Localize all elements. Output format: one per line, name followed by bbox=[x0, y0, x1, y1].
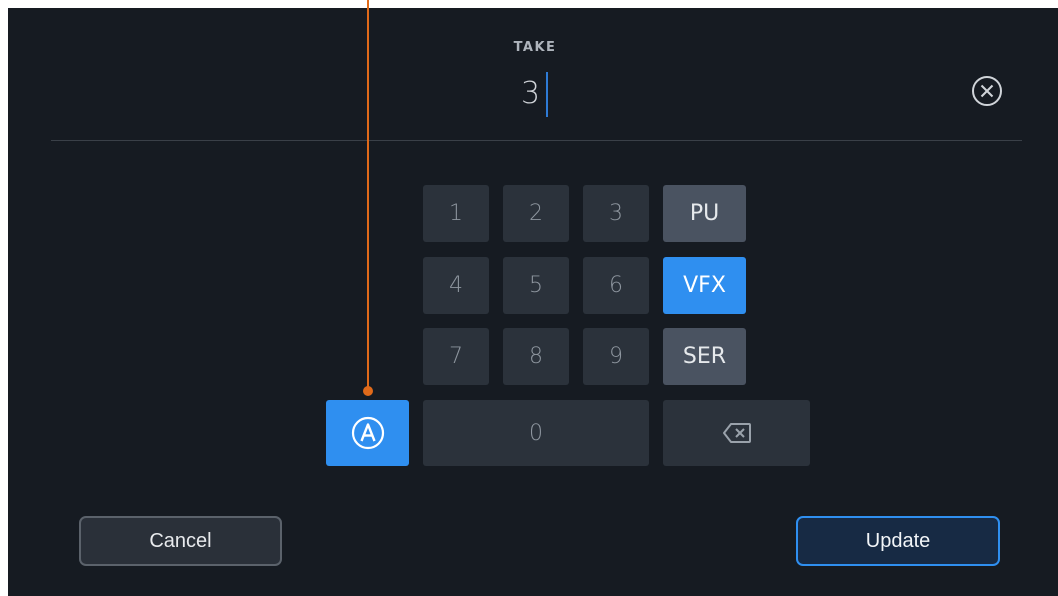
alphanumeric-toggle-button[interactable] bbox=[326, 400, 409, 466]
clear-circle-x-icon bbox=[972, 76, 1002, 106]
key-5[interactable]: 5 bbox=[503, 257, 569, 314]
tag-ser-button[interactable]: SER bbox=[663, 328, 746, 385]
backspace-button[interactable] bbox=[663, 400, 810, 466]
backspace-icon bbox=[722, 423, 751, 443]
key-1[interactable]: 1 bbox=[423, 185, 489, 242]
tag-vfx-button[interactable]: VFX bbox=[663, 257, 746, 314]
take-input-value[interactable]: 3 bbox=[521, 68, 540, 120]
text-cursor bbox=[546, 72, 548, 117]
callout-line bbox=[367, 0, 369, 390]
tag-pu-button[interactable]: PU bbox=[663, 185, 746, 242]
key-3[interactable]: 3 bbox=[583, 185, 649, 242]
key-0[interactable]: 0 bbox=[423, 400, 649, 466]
field-label: TAKE bbox=[513, 40, 557, 55]
key-2[interactable]: 2 bbox=[503, 185, 569, 242]
clear-field-button[interactable] bbox=[970, 74, 1004, 108]
key-9[interactable]: 9 bbox=[583, 328, 649, 385]
circled-a-icon bbox=[351, 416, 384, 450]
cancel-button[interactable]: Cancel bbox=[79, 516, 282, 566]
update-button[interactable]: Update bbox=[796, 516, 1000, 566]
key-8[interactable]: 8 bbox=[503, 328, 569, 385]
key-4[interactable]: 4 bbox=[423, 257, 489, 314]
callout-dot bbox=[363, 386, 373, 396]
field-divider bbox=[51, 140, 1022, 141]
key-7[interactable]: 7 bbox=[423, 328, 489, 385]
key-6[interactable]: 6 bbox=[583, 257, 649, 314]
